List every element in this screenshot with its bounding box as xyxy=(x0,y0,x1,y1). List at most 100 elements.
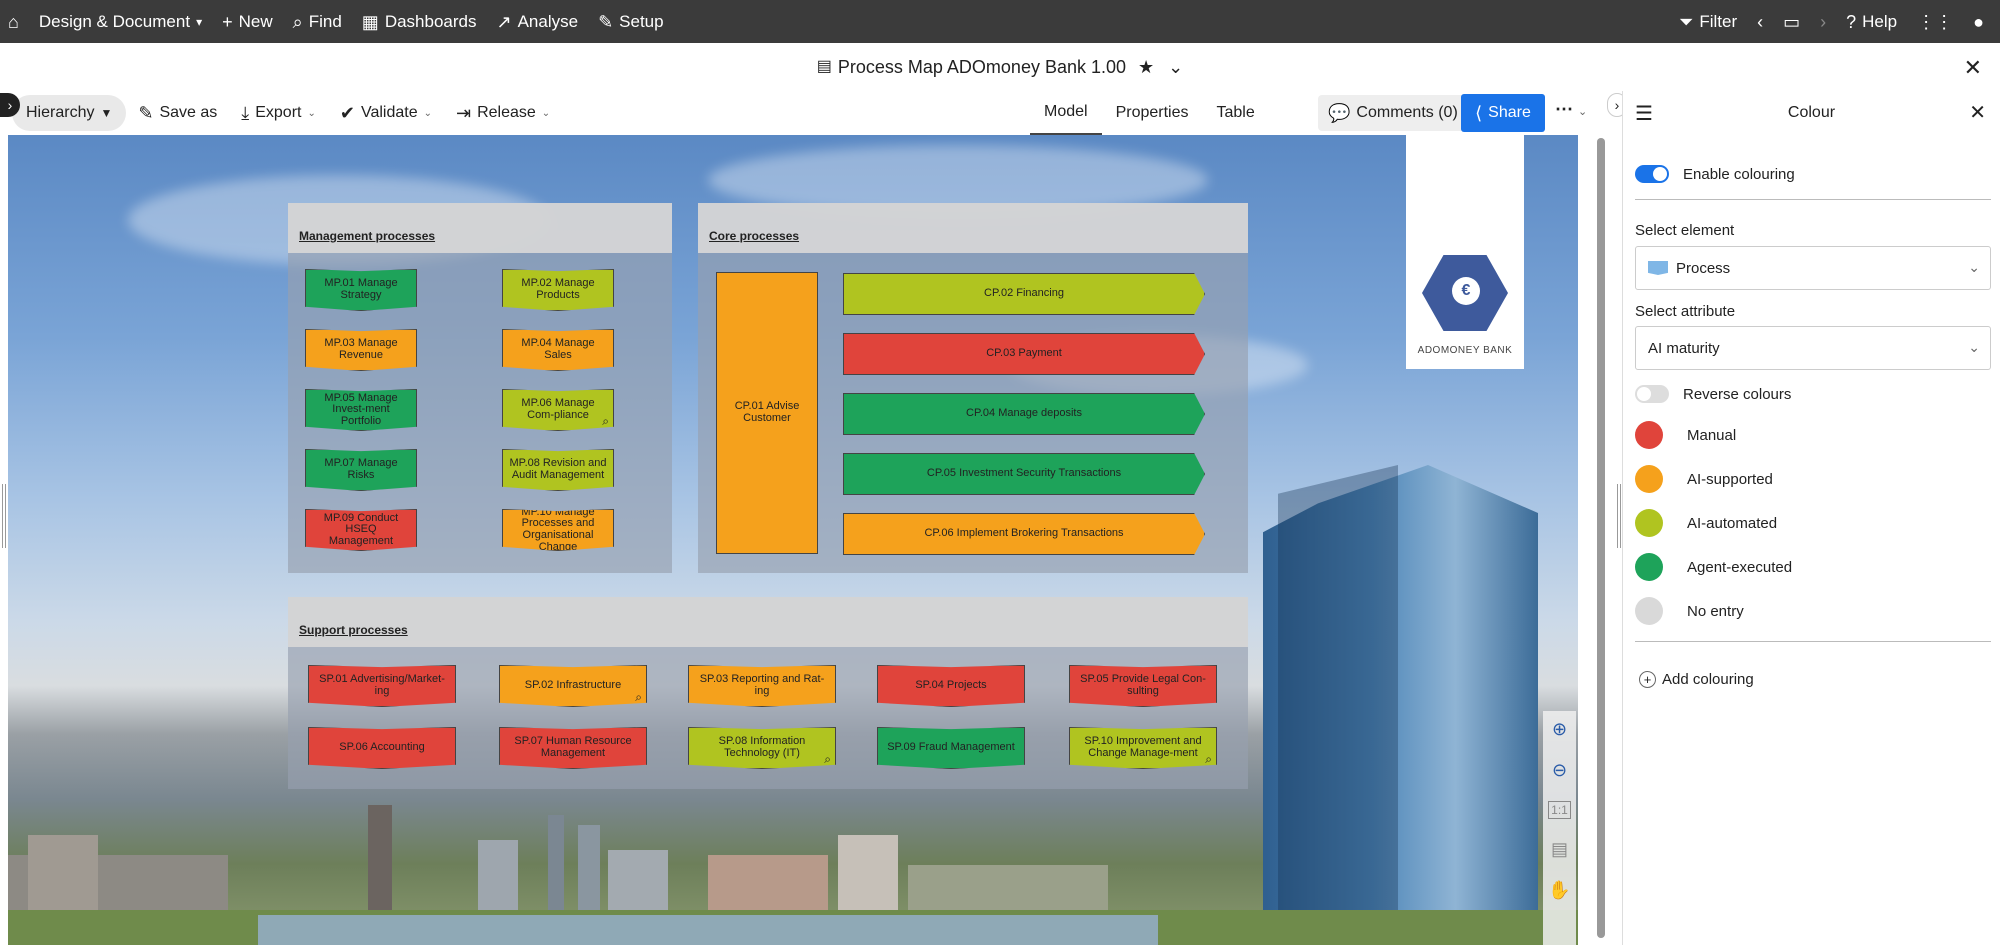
process-mp06[interactable]: MP.06 Manage Com-pliance ⌕ xyxy=(502,389,614,431)
fit-one-to-one-icon[interactable]: 1:1 xyxy=(1548,801,1571,819)
process-sp07[interactable]: SP.07 Human Resource Management xyxy=(499,727,647,769)
release-button[interactable]: ⇥ Release ⌄ xyxy=(444,95,562,131)
close-panel-icon[interactable]: ✕ xyxy=(1969,100,1986,125)
colour-swatch[interactable] xyxy=(1635,553,1663,581)
left-resize-handle[interactable] xyxy=(2,484,6,548)
validate-button[interactable]: ✔ Validate ⌄ xyxy=(328,95,444,131)
process-mp10[interactable]: MP.10 Manage Processes and Organisationa… xyxy=(502,509,614,551)
magnifier-icon[interactable]: ⌕ xyxy=(1205,753,1212,766)
colour-swatch[interactable] xyxy=(1635,509,1663,537)
menu-design-document[interactable]: Design & Document ▾ xyxy=(29,0,212,43)
select-element-label: Select element xyxy=(1635,222,1735,239)
colour-swatch[interactable] xyxy=(1635,465,1663,493)
legend-item-manual[interactable]: Manual xyxy=(1635,421,1736,449)
select-element-dropdown[interactable]: Process ⌄ xyxy=(1635,246,1991,290)
colour-swatch[interactable] xyxy=(1635,597,1663,625)
process-mp02[interactable]: MP.02 Manage Products xyxy=(502,269,614,311)
model-canvas[interactable]: € ADOMONEY BANK Management processes MP.… xyxy=(8,135,1578,945)
process-mp04[interactable]: MP.04 Manage Sales xyxy=(502,329,614,371)
menu-setup[interactable]: ✎ Setup xyxy=(588,0,674,43)
process-cp03[interactable]: CP.03 Payment xyxy=(843,333,1205,375)
model-file-icon: ▤ xyxy=(816,58,832,75)
process-mp07[interactable]: MP.07 Manage Risks xyxy=(305,449,417,491)
select-attribute-dropdown[interactable]: AI maturity ⌄ xyxy=(1635,326,1991,370)
chevron-down-icon[interactable]: ⌄ xyxy=(1168,58,1183,76)
process-label: SP.10 Improvement and Change Manage-ment xyxy=(1084,735,1202,759)
filter-button[interactable]: ⏷ Filter xyxy=(1669,0,1747,43)
process-cp06[interactable]: CP.06 Implement Brokering Transactions xyxy=(843,513,1205,555)
help-button[interactable]: ? Help xyxy=(1836,0,1907,43)
windows-button[interactable]: ▭ xyxy=(1773,0,1810,43)
zoom-out-icon[interactable]: ⊖ xyxy=(1552,760,1567,781)
right-resize-handle[interactable] xyxy=(1617,484,1621,548)
process-sp06[interactable]: SP.06 Accounting xyxy=(308,727,456,769)
menu-analyse[interactable]: ↗ Analyse xyxy=(486,0,588,43)
magnifier-icon[interactable]: ⌕ xyxy=(602,415,609,428)
forward-button[interactable]: › xyxy=(1810,0,1836,43)
back-button[interactable]: ‹ xyxy=(1747,0,1773,43)
process-cp01[interactable]: CP.01 Advise Customer xyxy=(716,272,818,554)
core-processes-group: Core processes CP.01 Advise Customer CP.… xyxy=(698,203,1248,573)
tab-table[interactable]: Table xyxy=(1203,91,1269,135)
process-sp10[interactable]: SP.10 Improvement and Change Manage-ment… xyxy=(1069,727,1217,769)
logo-text: ADOMONEY BANK xyxy=(1417,345,1513,356)
process-cp02[interactable]: CP.02 Financing xyxy=(843,273,1205,315)
menu-find[interactable]: ⌕ Find xyxy=(283,0,352,43)
pan-hand-icon[interactable]: ✋ xyxy=(1548,880,1570,901)
hierarchy-button[interactable]: Hierarchy ▼ xyxy=(12,95,127,131)
process-sp01[interactable]: SP.01 Advertising/Market-ing xyxy=(308,665,456,707)
process-mp08[interactable]: MP.08 Revision and Audit Management xyxy=(502,449,614,491)
tab-model[interactable]: Model xyxy=(1030,91,1102,135)
process-sp08[interactable]: SP.08 Information Technology (IT) ⌕ xyxy=(688,727,836,769)
process-sp09[interactable]: SP.09 Fraud Management xyxy=(877,727,1025,769)
canvas-scrollbar[interactable] xyxy=(1597,138,1605,938)
close-model-icon[interactable]: ✕ xyxy=(1964,55,1982,81)
export-button[interactable]: ⤓ Export ⌄ xyxy=(229,95,328,131)
zoom-in-icon[interactable]: ⊕ xyxy=(1552,719,1567,740)
process-mp05[interactable]: MP.05 Manage Invest-ment Portfolio xyxy=(305,389,417,431)
hamburger-menu-icon[interactable]: ☰ xyxy=(1635,101,1653,126)
home-button[interactable]: ⌂ xyxy=(0,0,29,43)
process-mp01[interactable]: MP.01 Manage Strategy xyxy=(305,269,417,311)
scrollbar-thumb[interactable] xyxy=(1597,138,1605,938)
process-sp05[interactable]: SP.05 Provide Legal Con-sulting xyxy=(1069,665,1217,707)
share-icon: ⟨ xyxy=(1475,103,1483,123)
apps-button[interactable]: ⋮⋮ xyxy=(1907,0,1963,43)
reverse-colours-toggle[interactable] xyxy=(1635,385,1669,403)
chevron-down-icon: ⌄ xyxy=(1968,259,1980,275)
process-mp03[interactable]: MP.03 Manage Revenue xyxy=(305,329,417,371)
menu-dashboards[interactable]: ▦ Dashboards xyxy=(352,0,487,43)
legend-item-no-entry[interactable]: No entry xyxy=(1635,597,1744,625)
legend-item-agent-executed[interactable]: Agent-executed xyxy=(1635,553,1792,581)
enable-colouring-toggle[interactable] xyxy=(1635,165,1669,183)
process-sp02[interactable]: SP.02 Infrastructure ⌕ xyxy=(499,665,647,707)
user-button[interactable]: ● xyxy=(1963,0,2000,43)
legend-item-ai-automated[interactable]: AI-automated xyxy=(1635,509,1777,537)
share-button[interactable]: ⟨ Share xyxy=(1461,94,1545,132)
more-options-icon[interactable]: ⋯ ⌄ xyxy=(1555,99,1587,120)
plus-circle-icon: + xyxy=(1639,671,1656,688)
tab-properties[interactable]: Properties xyxy=(1102,91,1203,135)
menu-new[interactable]: + New xyxy=(212,0,283,43)
process-sp04[interactable]: SP.04 Projects xyxy=(877,665,1025,707)
legend-item-ai-supported[interactable]: AI-supported xyxy=(1635,465,1773,493)
dashboard-icon: ▦ xyxy=(361,11,379,32)
user-icon: ● xyxy=(1973,11,1984,32)
process-mp09[interactable]: MP.09 Conduct HSEQ Management xyxy=(305,509,417,551)
divider xyxy=(1635,199,1991,200)
group-title: Support processes xyxy=(288,597,1248,647)
comments-button[interactable]: 💬 Comments (0) xyxy=(1318,95,1468,131)
process-label: SP.02 Infrastructure xyxy=(524,679,622,692)
process-sp03[interactable]: SP.03 Reporting and Rat-ing xyxy=(688,665,836,707)
process-cp05[interactable]: CP.05 Investment Security Transactions xyxy=(843,453,1205,495)
save-as-button[interactable]: ✎ Save as xyxy=(126,95,229,131)
euro-coin-icon: € xyxy=(1452,277,1480,305)
colour-swatch[interactable] xyxy=(1635,421,1663,449)
magnifier-icon[interactable]: ⌕ xyxy=(635,691,642,704)
magnifier-icon[interactable]: ⌕ xyxy=(824,753,831,766)
add-colouring-button[interactable]: + Add colouring xyxy=(1639,671,1754,688)
star-icon[interactable]: ★ xyxy=(1138,58,1154,76)
fit-page-icon[interactable]: ▤ xyxy=(1551,839,1568,860)
grid-icon: ⋮⋮ xyxy=(1917,11,1954,32)
process-cp04[interactable]: CP.04 Manage deposits xyxy=(843,393,1205,435)
